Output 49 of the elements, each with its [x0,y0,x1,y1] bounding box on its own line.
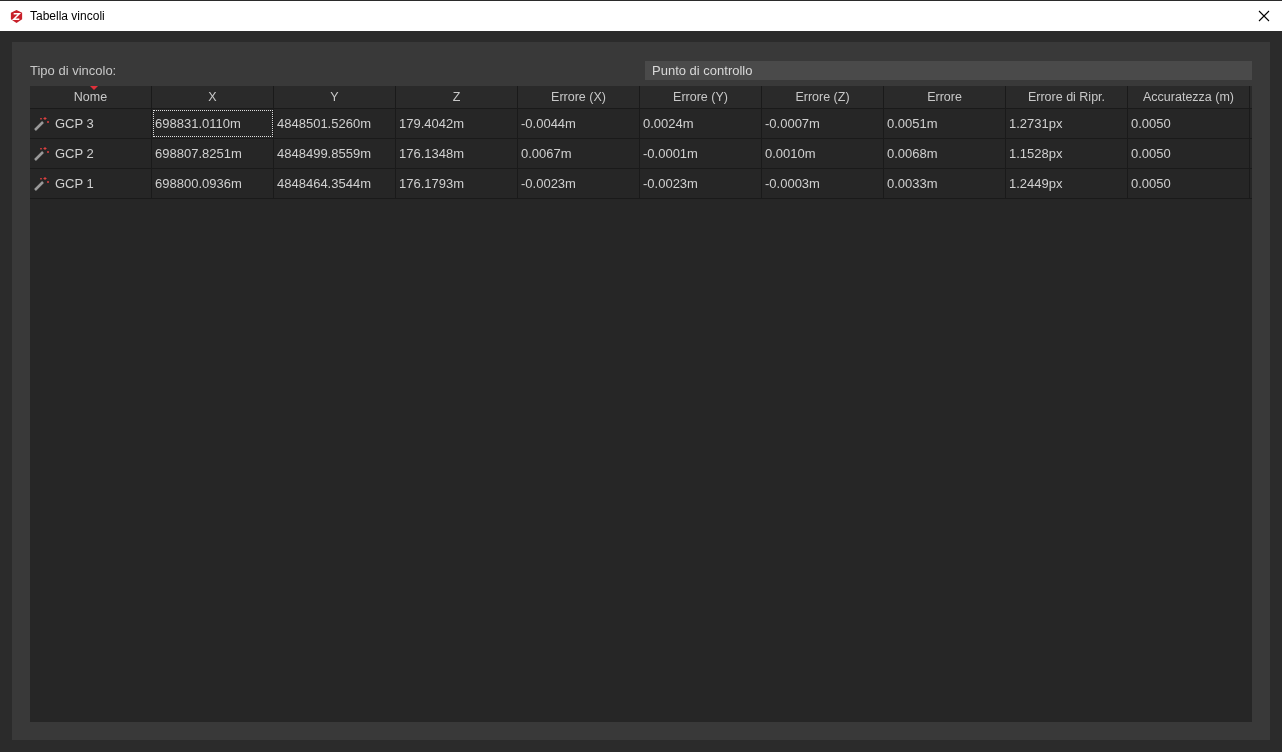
constraint-type-label: Tipo di vincolo: [30,61,118,80]
table-cell: 0.0050 [1128,169,1250,198]
table-cell: 698807.8251m [152,139,274,168]
table-cell: 698831.0110m [152,109,274,138]
close-icon[interactable] [1258,10,1270,22]
table-cell: 1.2731px [1006,109,1128,138]
name-cell: GCP 1 [30,169,152,198]
column-header[interactable]: Errore (X) [518,86,640,108]
table-cell: -0.0001m [640,139,762,168]
table-cell: 176.1348m [396,139,518,168]
table-cell: 0.0033m [884,169,1006,198]
constraint-type-dropdown[interactable]: Punto di controllo [645,61,1252,80]
table-cell: 0.0051m [884,109,1006,138]
column-header[interactable]: Z [396,86,518,108]
column-header[interactable]: Errore (Y) [640,86,762,108]
table-cell: 0.0050 [1128,109,1250,138]
magic-wand-icon [33,145,49,162]
table-cell: 0.0010m [762,139,884,168]
name-cell: GCP 2 [30,139,152,168]
table-cell: -0.0003m [762,169,884,198]
table-cell: -0.0007m [762,109,884,138]
table-cell: 698800.0936m [152,169,274,198]
table-cell: 0.0067m [518,139,640,168]
column-header[interactable]: Errore (Z) [762,86,884,108]
table-cell: -0.0023m [518,169,640,198]
table-cell: 0.0068m [884,139,1006,168]
table-cell: 4848499.8559m [274,139,396,168]
column-header[interactable]: Y [274,86,396,108]
table-cell: 176.1793m [396,169,518,198]
table-cell: -0.0044m [518,109,640,138]
table-cell: -0.0023m [640,169,762,198]
table-cell: 4848464.3544m [274,169,396,198]
name-cell: GCP 3 [30,109,152,138]
table-cell: 0.0050 [1128,139,1250,168]
app-logo-icon [9,8,24,24]
sort-indicator-icon [90,86,98,90]
column-header[interactable]: X [152,86,274,108]
column-header[interactable]: Errore [884,86,1006,108]
column-header[interactable]: Accuratezza (m) [1128,86,1250,108]
table-cell: 1.1528px [1006,139,1128,168]
column-header[interactable]: Errore di Ripr. [1006,86,1128,108]
magic-wand-icon [33,115,49,132]
table-cell: 1.2449px [1006,169,1128,198]
table-cell: 4848501.5260m [274,109,396,138]
magic-wand-icon [33,175,49,192]
table-cell: 0.0024m [640,109,762,138]
table-cell: 179.4042m [396,109,518,138]
column-header[interactable]: Nome [30,86,152,108]
window-title: Tabella vincoli [30,8,105,25]
